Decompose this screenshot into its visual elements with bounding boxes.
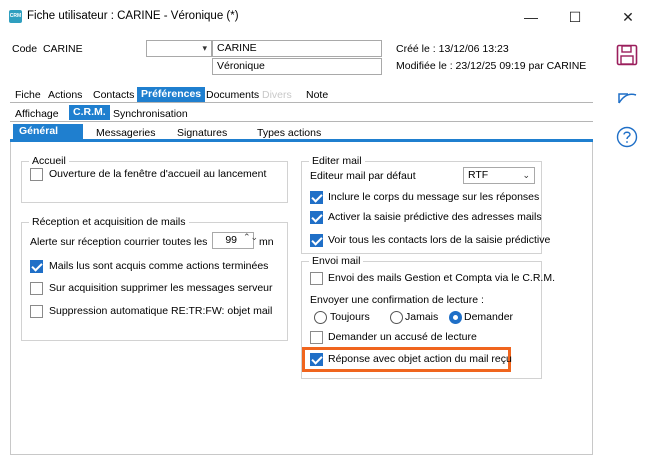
tab-contacts[interactable]: Contacts bbox=[93, 88, 134, 103]
chevron-down-icon: ⌄ bbox=[522, 170, 530, 180]
delivery-receipt-checkbox[interactable] bbox=[310, 331, 323, 344]
sub-tab-line bbox=[10, 121, 593, 122]
delete-server-label: Sur acquisition supprimer les messages s… bbox=[49, 282, 273, 294]
reception-title: Réception et acquisition de mails bbox=[29, 216, 189, 228]
code-label: Code CARINE bbox=[12, 43, 83, 55]
read-receipt-label: Envoyer une confirmation de lecture : bbox=[310, 294, 484, 306]
tab-note[interactable]: Note bbox=[306, 88, 328, 103]
all-contacts-label: Voir tous les contacts lors de la saisie… bbox=[328, 234, 551, 246]
code-value: CARINE bbox=[42, 43, 83, 55]
send-via-crm-checkbox[interactable] bbox=[310, 272, 323, 285]
chevron-down-icon: ▾ bbox=[202, 43, 207, 53]
tab-fiche[interactable]: Fiche bbox=[15, 88, 41, 103]
include-body-label: Inclure le corps du message sur les répo… bbox=[328, 191, 540, 203]
help-icon[interactable] bbox=[616, 126, 638, 148]
send-via-crm-label: Envoi des mails Gestion et Compta via le… bbox=[328, 272, 556, 284]
auto-strip-label: Suppression automatique RE:TR:FW: objet … bbox=[49, 305, 273, 317]
save-icon[interactable] bbox=[616, 44, 638, 66]
title-bar: CRM Fiche utilisateur : CARINE - Véroniq… bbox=[0, 0, 652, 34]
tab-synchronisation[interactable]: Synchronisation bbox=[113, 107, 188, 122]
radio-always-label: Toujours bbox=[330, 311, 370, 323]
main-tab-line bbox=[10, 102, 593, 103]
tab-affichage[interactable]: Affichage bbox=[15, 107, 59, 122]
firstname-field[interactable]: Véronique bbox=[212, 58, 382, 75]
acquired-as-done-label: Mails lus sont acquis comme actions term… bbox=[49, 260, 269, 272]
predictive-checkbox[interactable] bbox=[310, 211, 323, 224]
predictive-label: Activer la saisie prédictive des adresse… bbox=[328, 211, 542, 223]
tab-divers: Divers bbox=[262, 89, 292, 101]
alert-unit: mn bbox=[259, 236, 274, 248]
app-icon: CRM bbox=[9, 10, 22, 23]
delete-server-checkbox[interactable] bbox=[30, 282, 43, 295]
all-contacts-checkbox[interactable] bbox=[310, 234, 323, 247]
delivery-receipt-label: Demander un accusé de lecture bbox=[328, 331, 477, 343]
editor-label: Editeur mail par défaut bbox=[310, 170, 416, 182]
editer-mail-title: Editer mail bbox=[309, 155, 365, 167]
minimize-button[interactable]: — bbox=[509, 3, 553, 31]
close-button[interactable]: ✕ bbox=[606, 3, 650, 31]
spinner-arrows-icon[interactable]: ⌃⌄ bbox=[243, 232, 258, 243]
radio-never-label: Jamais bbox=[405, 311, 439, 323]
open-on-launch-label: Ouverture de la fenêtre d'accueil au lan… bbox=[49, 168, 267, 180]
tab-actions[interactable]: Actions bbox=[48, 88, 82, 103]
auto-strip-checkbox[interactable] bbox=[30, 305, 43, 318]
radio-never[interactable] bbox=[390, 311, 403, 324]
tab-preferences[interactable]: Préférences bbox=[137, 87, 206, 102]
tab-general[interactable]: Général bbox=[13, 124, 83, 139]
name-field[interactable]: CARINE bbox=[212, 40, 382, 57]
include-body-checkbox[interactable] bbox=[310, 191, 323, 204]
editor-select[interactable]: RTF ⌄ bbox=[463, 167, 535, 184]
reply-subject-label: Réponse avec objet action du mail reçu bbox=[328, 353, 512, 365]
acquired-as-done-checkbox[interactable] bbox=[30, 260, 43, 273]
tab-documents[interactable]: Documents bbox=[206, 88, 259, 103]
radio-ask[interactable] bbox=[449, 311, 462, 324]
window-title: Fiche utilisateur : CARINE - Véronique (… bbox=[27, 10, 239, 22]
created-info: Créé le : 13/12/06 13:23 bbox=[396, 43, 509, 55]
reply-subject-checkbox[interactable] bbox=[310, 353, 323, 366]
undo-icon[interactable] bbox=[616, 86, 638, 108]
modified-info: Modifiée le : 23/12/25 09:19 par CARINE bbox=[396, 60, 587, 72]
envoi-mail-title: Envoi mail bbox=[309, 255, 364, 267]
maximize-button[interactable]: ☐ bbox=[553, 3, 597, 31]
open-on-launch-checkbox[interactable] bbox=[30, 168, 43, 181]
radio-ask-label: Demander bbox=[464, 311, 514, 323]
tab-crm[interactable]: C.R.M. bbox=[69, 105, 110, 120]
alert-label: Alerte sur réception courrier toutes les bbox=[30, 236, 208, 248]
header-combo[interactable]: ▾ bbox=[146, 40, 212, 57]
accueil-title: Accueil bbox=[29, 155, 69, 167]
radio-always[interactable] bbox=[314, 311, 327, 324]
